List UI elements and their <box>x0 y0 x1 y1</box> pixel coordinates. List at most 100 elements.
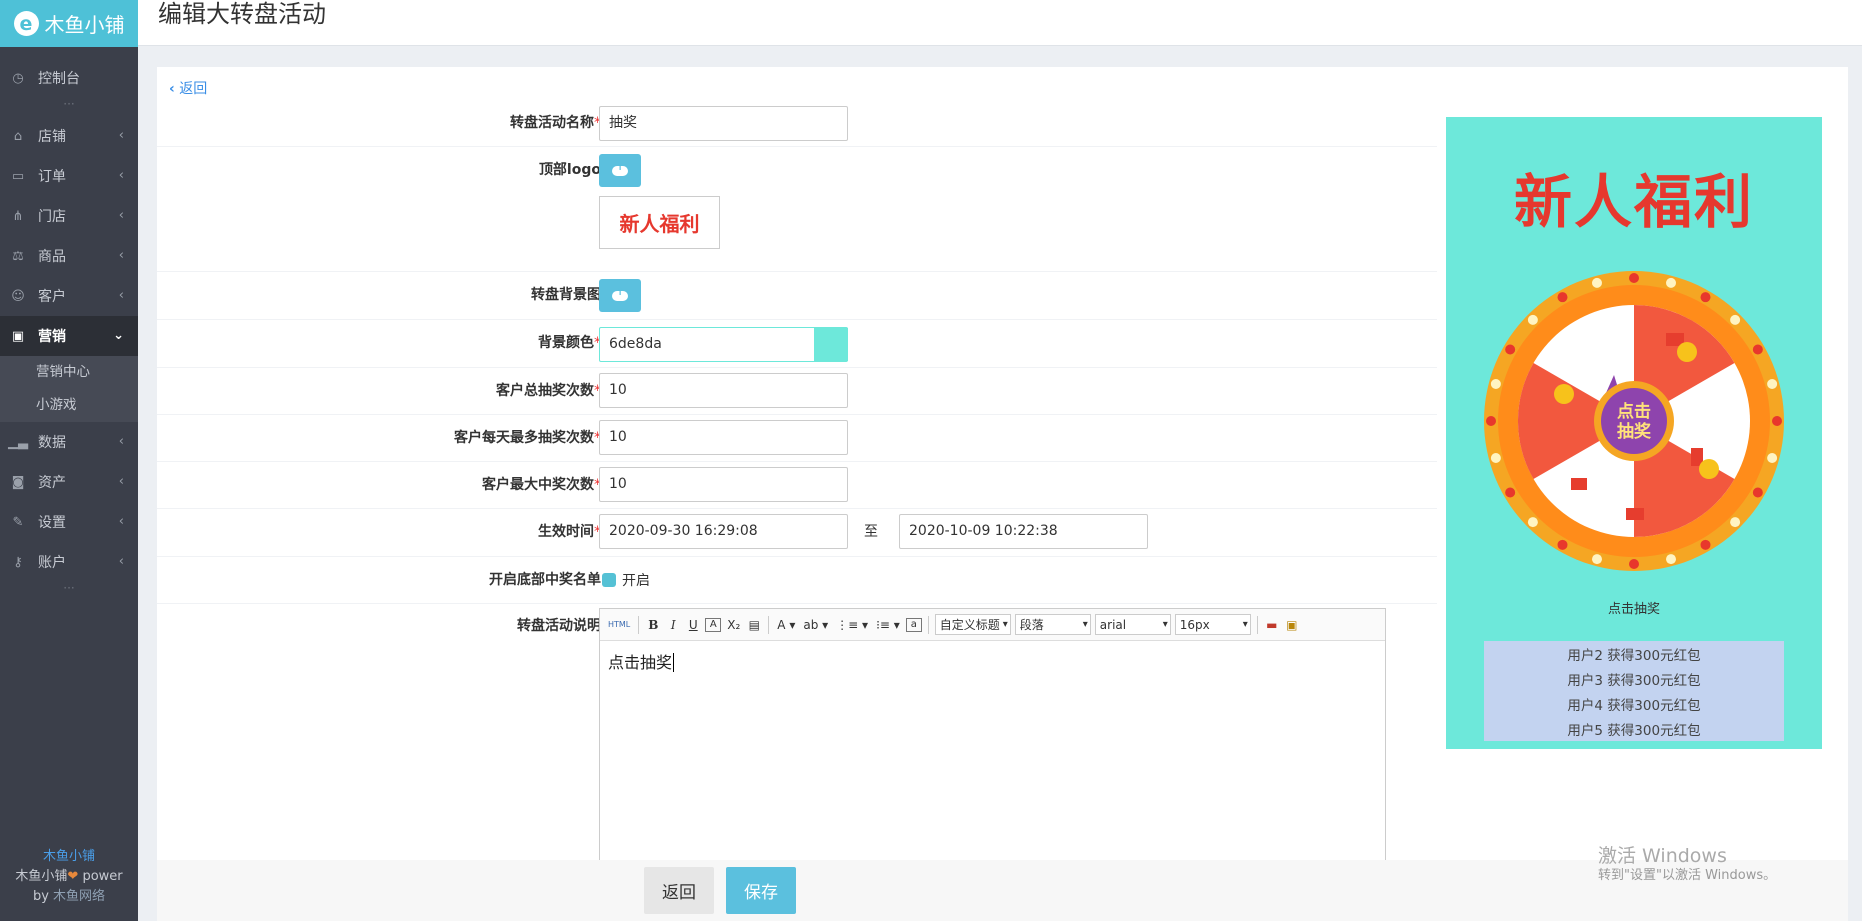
sidebar-item-marketing[interactable]: ▣ 营销 ⌄ <box>0 316 138 356</box>
field-label: 转盘活动名称 <box>510 115 594 131</box>
media-icon[interactable]: ▣ <box>1284 615 1300 635</box>
sidebar-footer: 木鱼小铺 木鱼小铺❤ power by 木鱼网络 <box>0 847 138 907</box>
image-icon[interactable]: ▬ <box>1264 615 1280 635</box>
save-button[interactable]: 保存 <box>726 867 796 914</box>
footer-brand-link[interactable]: 木鱼小铺 <box>0 847 138 867</box>
form-row-winner-list: 开启底部中奖名单 开启 <box>157 557 1437 604</box>
marketing-submenu: 营销中心 小游戏 <box>0 356 138 422</box>
form-row-bg-image: 转盘背景图 <box>157 272 1437 320</box>
sidebar-item-mini-games[interactable]: 小游戏 <box>0 389 138 422</box>
toolbar-divider <box>927 615 929 634</box>
highlight-icon[interactable]: ab ▾ <box>801 615 830 635</box>
goods-icon: ⚖ <box>12 248 24 264</box>
custom-title-select[interactable]: 自定义标题 <box>934 614 1011 635</box>
wheel-light <box>1700 539 1711 550</box>
sidebar-item-assets[interactable]: ◙ 资产 ‹ <box>0 462 138 502</box>
chevron-left-icon: ‹ <box>118 208 124 223</box>
sidebar-item-orders[interactable]: ▭ 订单 ‹ <box>0 156 138 196</box>
bold-icon[interactable]: B <box>645 615 661 635</box>
field-label: 客户总抽奖次数 <box>496 383 594 399</box>
logo-thumbnail: 新人福利 <box>599 196 720 249</box>
wheel-light <box>1505 487 1516 498</box>
winner-list-checkbox[interactable] <box>602 573 616 587</box>
font-family-select[interactable]: arial <box>1094 614 1171 635</box>
activity-name-input[interactable]: 抽奖 <box>599 106 848 141</box>
logo-upload-button[interactable] <box>599 154 641 187</box>
lucky-wheel[interactable]: 点击 抽奖 <box>1446 233 1822 609</box>
html-source-icon[interactable]: HTML <box>606 615 632 635</box>
wheel-light <box>1629 273 1639 283</box>
windows-activation-watermark: 激活 Windows 转到"设置"以激活 Windows。 <box>1598 845 1777 883</box>
italic-icon[interactable]: I <box>665 615 681 635</box>
chevron-left-icon: ‹ <box>118 554 124 569</box>
description-editor: HTML B I U A X₂ ▤ A ▾ ab ▾ ⋮≡ ▾ ⁝≡ ▾ a 自… <box>599 608 1386 878</box>
chevron-left-icon: ‹ <box>118 434 124 449</box>
field-label: 开启底部中奖名单 <box>489 572 601 588</box>
editor-content[interactable]: 点击抽奖 <box>600 641 1385 681</box>
field-label: 客户每天最多抽奖次数 <box>454 430 594 446</box>
sidebar-item-marketing-center[interactable]: 营销中心 <box>0 356 138 389</box>
form-row-logo: 顶部logo 新人福利 <box>157 147 1437 272</box>
field-label: 转盘背景图 <box>531 287 601 303</box>
paste-icon[interactable]: ▤ <box>746 615 762 635</box>
sidebar-item-goods[interactable]: ⚖ 商品 ‹ <box>0 236 138 276</box>
form-row-max-wins: 客户最大中奖次数* 10 <box>157 462 1437 509</box>
underline-icon[interactable]: U <box>685 615 701 635</box>
total-draws-input[interactable]: 10 <box>599 373 848 408</box>
field-label: 顶部logo <box>538 162 601 178</box>
top-bar: 编辑大转盘活动 <box>138 0 1862 46</box>
wheel-light <box>1730 314 1741 325</box>
chevron-left-icon: ‹ <box>118 128 124 143</box>
back-button[interactable]: 返回 <box>644 867 714 914</box>
text-box-icon[interactable]: a <box>905 617 922 632</box>
bg-color-input[interactable]: 6de8da <box>599 327 848 362</box>
wheel-center-label: 抽奖 <box>1617 421 1652 442</box>
red-envelope-icon <box>1626 508 1644 520</box>
wheel-light <box>1505 344 1516 355</box>
wheel-light <box>1772 416 1782 426</box>
preview-title: 新人福利 <box>1513 168 1754 236</box>
chevron-left-icon: ‹ <box>169 81 175 97</box>
end-time-input[interactable]: 2020-10-09 10:22:38 <box>899 514 1148 549</box>
ordered-list-icon[interactable]: ⋮≡ ▾ <box>834 615 870 635</box>
footer-company-link[interactable]: 木鱼网络 <box>53 889 105 904</box>
color-picker-swatch[interactable] <box>814 328 848 361</box>
sidebar-item-account[interactable]: ⚷ 账户 ‹ <box>0 542 138 582</box>
sidebar-item-customers[interactable]: ☺ 客户 ‹ <box>0 276 138 316</box>
brand[interactable]: e 木鱼小铺 <box>0 0 138 47</box>
form-row-daily-draws: 客户每天最多抽奖次数* 10 <box>157 415 1437 462</box>
paragraph-select[interactable]: 段落 <box>1014 614 1091 635</box>
wheel-light <box>1490 378 1501 389</box>
sidebar-item-settings[interactable]: ✎ 设置 ‹ <box>0 502 138 542</box>
brand-name: 木鱼小铺 <box>44 13 125 37</box>
wheel-light <box>1752 487 1763 498</box>
order-icon: ▭ <box>11 168 25 184</box>
cloud-upload-icon <box>612 162 628 176</box>
winner-item: 用户5 获得300元红包 <box>1567 723 1701 739</box>
sidebar-item-dashboard[interactable]: ◷ 控制台 <box>0 58 138 98</box>
wheel-light <box>1767 453 1778 464</box>
store-icon: ⋔ <box>12 208 24 224</box>
back-link[interactable]: ‹ 返回 <box>169 78 207 98</box>
font-border-icon[interactable]: A <box>705 617 722 632</box>
chart-icon: ▁▃ <box>8 434 28 450</box>
sidebar-item-stores[interactable]: ⋔ 门店 ‹ <box>0 196 138 236</box>
wheel-light <box>1486 416 1496 426</box>
bg-image-upload-button[interactable] <box>599 279 641 312</box>
wheel-light <box>1557 292 1568 303</box>
winner-list: 用户2 获得300元红包 用户3 获得300元红包 用户4 获得300元红包 用… <box>1484 641 1784 741</box>
font-color-icon[interactable]: A ▾ <box>775 615 797 635</box>
form-row-total-draws: 客户总抽奖次数* 10 <box>157 368 1437 415</box>
wheel-light <box>1527 517 1538 528</box>
daily-draws-input[interactable]: 10 <box>599 420 848 455</box>
sidebar-item-data[interactable]: ▁▃ 数据 ‹ <box>0 422 138 462</box>
subscript-icon[interactable]: X₂ <box>725 615 742 635</box>
sidebar: e 木鱼小铺 ◷ 控制台 ··· ⌂ 店铺 ‹ ▭ 订单 ‹ ⋔ 门店 ‹ ⚖ 商品 ‹ ☺ 客户 ‹… <box>0 0 138 921</box>
wheel-light <box>1666 554 1677 565</box>
font-size-select[interactable]: 16px <box>1174 614 1251 635</box>
unordered-list-icon[interactable]: ⁝≡ ▾ <box>874 615 902 635</box>
phone-preview: 新人福利 点击 抽奖 点击抽奖 用户2 获得300元红包 用户3 获得300元红… <box>1446 117 1822 749</box>
sidebar-item-shop[interactable]: ⌂ 店铺 ‹ <box>0 116 138 156</box>
start-time-input[interactable]: 2020-09-30 16:29:08 <box>599 514 848 549</box>
max-wins-input[interactable]: 10 <box>599 467 848 502</box>
